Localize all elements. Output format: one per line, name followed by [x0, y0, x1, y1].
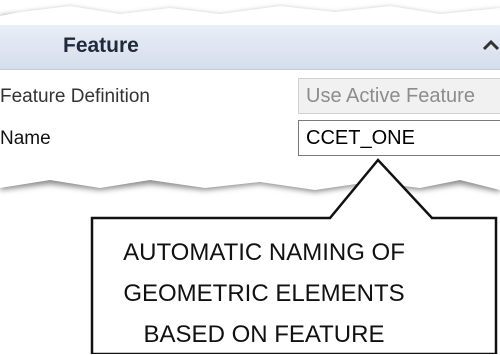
- name-field[interactable]: CCET_ONE: [298, 120, 500, 156]
- name-row: Name CCET_ONE: [0, 120, 500, 159]
- panel-sheet: Feature Feature Definition Use Active Fe…: [0, 6, 500, 190]
- feature-definition-label: Feature Definition: [0, 86, 150, 107]
- name-label: Name: [0, 128, 51, 149]
- properties-panel: Feature Feature Definition Use Active Fe…: [0, 0, 500, 200]
- feature-definition-row: Feature Definition Use Active Feature: [0, 78, 500, 117]
- chevron-up-icon[interactable]: [480, 35, 500, 57]
- section-title: Feature: [63, 34, 139, 57]
- callout-line: BASED ON FEATURE: [143, 321, 385, 348]
- callout-text: AUTOMATIC NAMING OF GEOMETRIC ELEMENTS B…: [110, 232, 418, 355]
- callout-line: GEOMETRIC ELEMENTS: [123, 280, 405, 307]
- feature-section-header[interactable]: Feature: [0, 25, 500, 70]
- feature-definition-field[interactable]: Use Active Feature: [298, 78, 500, 114]
- callout-line: AUTOMATIC NAMING OF: [123, 239, 405, 266]
